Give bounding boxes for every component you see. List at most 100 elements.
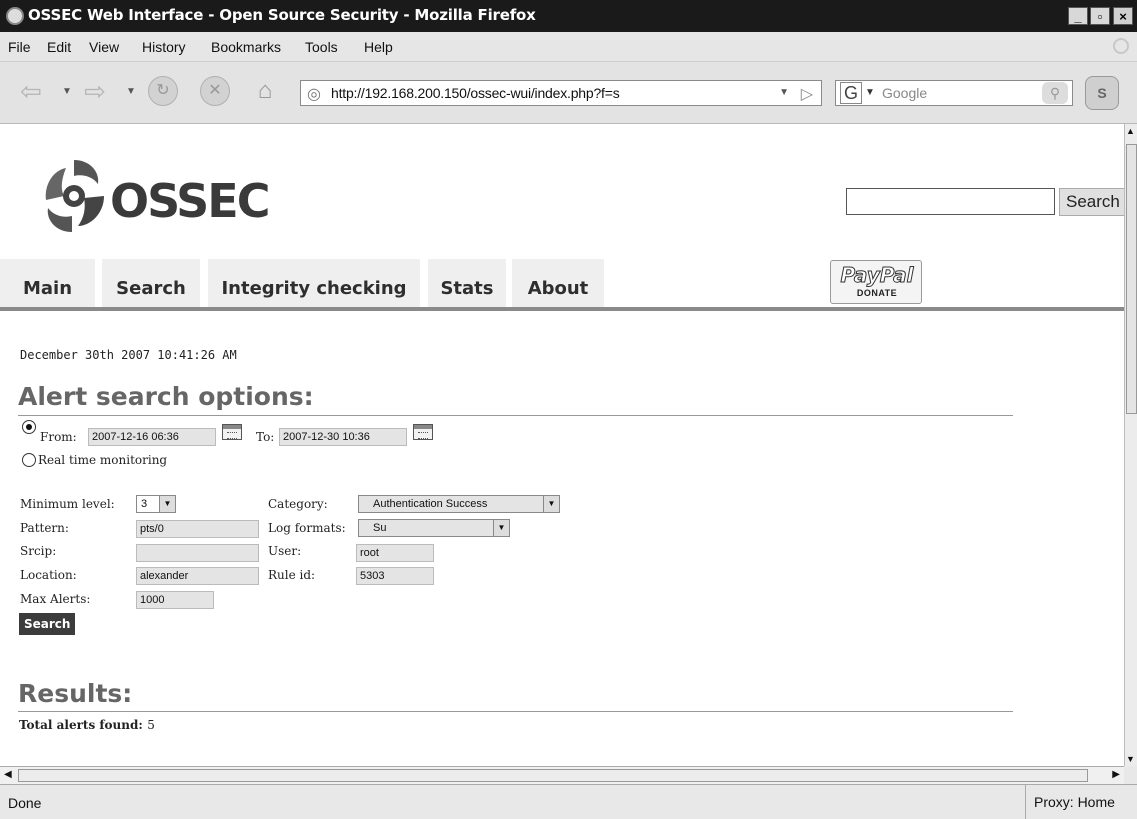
tab-integrity-checking[interactable]: Integrity checking [208,259,420,307]
tab-about[interactable]: About [512,259,604,307]
menu-edit[interactable]: Edit [47,39,71,55]
menu-tools[interactable]: Tools [305,39,338,55]
min-level-select[interactable]: 3 ▼ [136,495,176,513]
status-text: Done [8,795,42,811]
from-date-field[interactable]: 2007-12-16 06:36 [88,428,216,446]
magnifier-icon[interactable]: ⚲ [1042,82,1068,104]
tab-search[interactable]: Search [102,259,200,307]
user-field[interactable]: root [356,544,434,562]
url-text[interactable]: http://192.168.200.150/ossec-wui/index.p… [331,85,620,101]
menu-help[interactable]: Help [364,39,393,55]
scrollbar-corner [1124,766,1137,784]
paypal-logo-text: PayPal [840,263,914,288]
pattern-field[interactable]: pts/0 [136,520,259,538]
firefox-icon [6,7,24,25]
search-placeholder[interactable]: Google [882,85,927,101]
navigation-toolbar: ⇦ ▼ ⇨ ▼ ↻ ✕ ⌂ ◎ http://192.168.200.150/o… [0,62,1137,124]
total-alerts-value: 5 [147,718,155,732]
tab-main[interactable]: Main [0,259,95,307]
search-engine-icon[interactable]: G [840,82,862,104]
window-title-bar: OSSEC Web Interface - Open Source Securi… [0,0,1137,32]
srcip-label: Srcip: [20,544,57,558]
scroll-up-icon[interactable]: ▲ [1126,126,1135,136]
category-select[interactable]: Authentication Success ▼ [358,495,560,513]
maximize-button[interactable]: ▫ [1090,7,1110,25]
paypal-donate-button[interactable]: PayPal DONATE [830,260,922,304]
section-divider [18,415,1013,416]
from-label: From: [40,430,77,444]
url-dropdown-icon[interactable]: ▼ [779,87,789,98]
close-button[interactable]: × [1113,7,1133,25]
realtime-label: Real time monitoring [38,453,168,467]
throbber-icon [1113,38,1129,54]
sync-icon[interactable]: S [1085,76,1119,110]
to-label: To: [256,430,275,444]
rule-id-field[interactable]: 5303 [356,567,434,585]
tab-stats[interactable]: Stats [428,259,506,307]
scroll-left-icon[interactable]: ◀ [4,769,12,780]
main-nav-tabs: Main Search Integrity checking Stats Abo… [0,259,1124,311]
log-formats-value: Su [373,522,387,534]
scroll-thumb[interactable] [1126,144,1137,414]
forward-dropdown-icon[interactable]: ▼ [126,86,136,97]
category-label: Category: [268,497,328,511]
reload-icon[interactable]: ↻ [148,76,178,106]
alert-search-options-title: Alert search options: [18,382,314,411]
search-submit-button[interactable]: Search [19,613,76,635]
chevron-down-icon: ▼ [543,496,559,512]
status-bar: Done Proxy: Home [0,784,1137,819]
minimize-button[interactable]: _ [1068,7,1088,25]
chevron-down-icon: ▼ [493,520,509,536]
total-alerts-label: Total alerts found: [19,718,143,732]
search-engine-dropdown-icon[interactable]: ▼ [865,87,875,98]
site-search-button[interactable]: Search [1059,188,1124,216]
log-formats-label: Log formats: [268,521,346,535]
forward-icon[interactable]: ⇨ [80,76,110,106]
pattern-label: Pattern: [20,521,69,535]
realtime-radio[interactable] [22,453,36,467]
srcip-field[interactable] [136,544,259,562]
from-calendar-icon[interactable] [222,424,242,440]
menu-file[interactable]: File [8,39,31,55]
menu-history[interactable]: History [142,39,186,55]
ossec-logo-mark [45,160,104,232]
proxy-status[interactable]: Proxy: Home [1025,785,1137,819]
location-field[interactable]: alexander [136,567,259,585]
results-divider [18,711,1013,712]
menu-bookmarks[interactable]: Bookmarks [211,39,281,55]
paypal-donate-label: DONATE [856,288,898,298]
page-timestamp: December 30th 2007 10:41:26 AM [20,348,237,362]
go-icon[interactable]: ▷ [801,84,813,104]
scroll-down-icon[interactable]: ▼ [1126,754,1135,764]
menu-view[interactable]: View [89,39,119,55]
site-icon: ◎ [307,86,321,103]
user-label: User: [268,544,302,558]
scroll-right-icon[interactable]: ▶ [1112,769,1120,780]
location-label: Location: [20,568,77,582]
min-level-label: Minimum level: [20,497,115,511]
total-alerts-line: Total alerts found: 5 [19,716,155,734]
back-dropdown-icon[interactable]: ▼ [62,86,72,97]
ossec-wordmark: OSSEC [110,174,270,228]
chevron-down-icon: ▼ [159,496,175,512]
to-date-field[interactable]: 2007-12-30 10:36 [279,428,407,446]
horizontal-scrollbar[interactable]: ◀ ▶ [0,766,1124,784]
stop-icon[interactable]: ✕ [200,76,230,106]
to-calendar-icon[interactable] [413,424,433,440]
browser-search-box[interactable]: G ▼ Google ⚲ [835,80,1073,106]
page-viewport: OSSEC Search Main Search Integrity check… [0,124,1124,766]
site-search-input[interactable] [846,188,1055,215]
address-bar[interactable]: ◎ http://192.168.200.150/ossec-wui/index… [300,80,822,106]
home-icon[interactable]: ⌂ [250,76,280,106]
max-alerts-label: Max Alerts: [20,592,91,606]
results-title: Results: [18,679,133,708]
min-level-value: 3 [141,498,148,510]
max-alerts-field[interactable]: 1000 [136,591,214,609]
vertical-scrollbar[interactable]: ▲ ▼ [1124,124,1137,766]
back-icon[interactable]: ⇦ [16,76,46,106]
menu-bar: File Edit View History Bookmarks Tools H… [0,32,1137,62]
window-title: OSSEC Web Interface - Open Source Securi… [28,6,536,24]
log-formats-select[interactable]: Su ▼ [358,519,510,537]
from-radio[interactable] [22,420,36,434]
horizontal-scroll-thumb[interactable] [18,769,1088,782]
